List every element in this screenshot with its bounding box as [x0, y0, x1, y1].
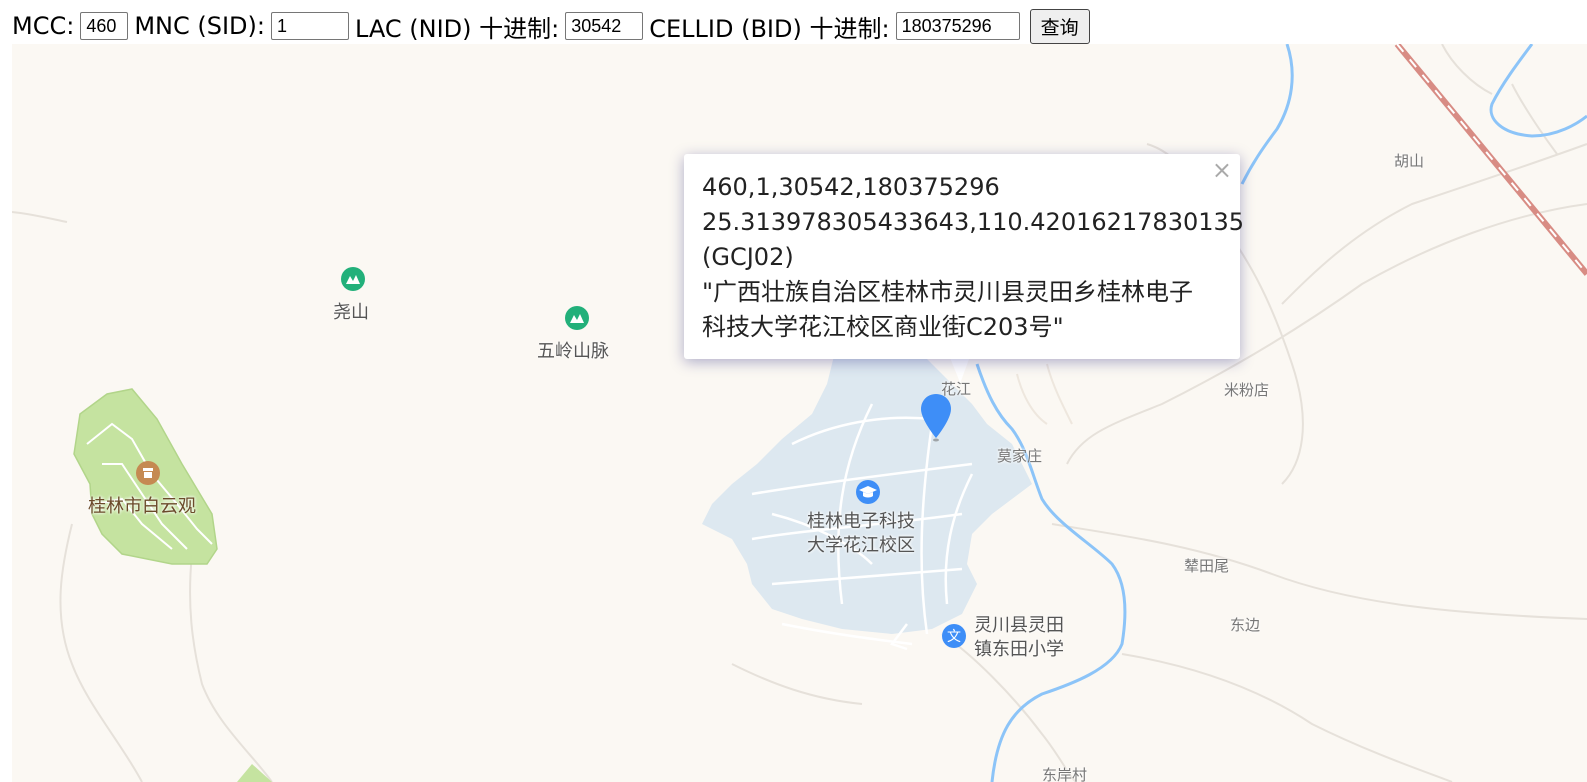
query-button[interactable]: 查询	[1029, 8, 1090, 44]
map-label-school: 灵川县灵田镇东田小学	[974, 615, 1064, 660]
map-label-yaoshan: 尧山	[333, 302, 369, 323]
school-icon: 文	[942, 624, 966, 648]
svg-text:文: 文	[947, 629, 961, 645]
map-label-mifendian: 米粉店	[1224, 381, 1270, 399]
mcc-input[interactable]	[80, 12, 129, 40]
temple-icon	[136, 461, 160, 485]
mnc-label: MNC (SID):	[134, 12, 265, 40]
lac-input[interactable]	[565, 12, 644, 40]
mountain-icon	[565, 306, 589, 330]
map-view[interactable]: 文 胡山 尧山 五岭山脉 桂林市白云观 花江 米粉店 莫家庄 桂林电子科技大学花…	[12, 44, 1587, 782]
map-label-mojiazhuang: 莫家庄	[997, 447, 1043, 465]
info-popup: × 460,1,30542,180375296 25.3139783054336…	[684, 154, 1245, 359]
mountain-icon	[341, 267, 365, 291]
map-label-dongancun: 东岸村	[1042, 766, 1088, 782]
popup-coordinate-system: (GCJ02)	[702, 243, 794, 271]
map-label-pantianwei: 辇田尾	[1184, 557, 1230, 575]
popup-coordinates: 25.313978305433643,110.42016217830135	[702, 208, 1245, 236]
lac-label: LAC (NID) 十进制:	[354, 14, 560, 43]
mcc-label: MCC:	[12, 12, 75, 40]
map-label-hushan: 胡山	[1394, 152, 1425, 170]
map-label-baiyunguan: 桂林市白云观	[88, 496, 196, 517]
cellid-input[interactable]	[895, 12, 1020, 40]
university-icon	[856, 480, 880, 504]
mnc-input[interactable]	[270, 12, 349, 40]
popup-address-line2: 科技大学花江校区商业街C203号"	[702, 313, 1064, 341]
railway	[1394, 44, 1587, 276]
map-label-wuling: 五岭山脉	[537, 341, 609, 362]
popup-address-line1: "广西壮族自治区桂林市灵川县灵田乡桂林电子	[702, 278, 1194, 306]
query-bar: MCC: MNC (SID): LAC (NID) 十进制: CELLID (B…	[12, 7, 1090, 45]
cellid-label: CELLID (BID) 十进制:	[649, 14, 890, 43]
map-label-university: 桂林电子科技大学花江校区	[807, 511, 915, 556]
map-label-dongbian: 东边	[1230, 616, 1261, 634]
location-marker-icon[interactable]	[919, 392, 953, 444]
popup-cell-ids: 460,1,30542,180375296	[702, 173, 1000, 201]
close-icon[interactable]: ×	[1212, 156, 1232, 184]
